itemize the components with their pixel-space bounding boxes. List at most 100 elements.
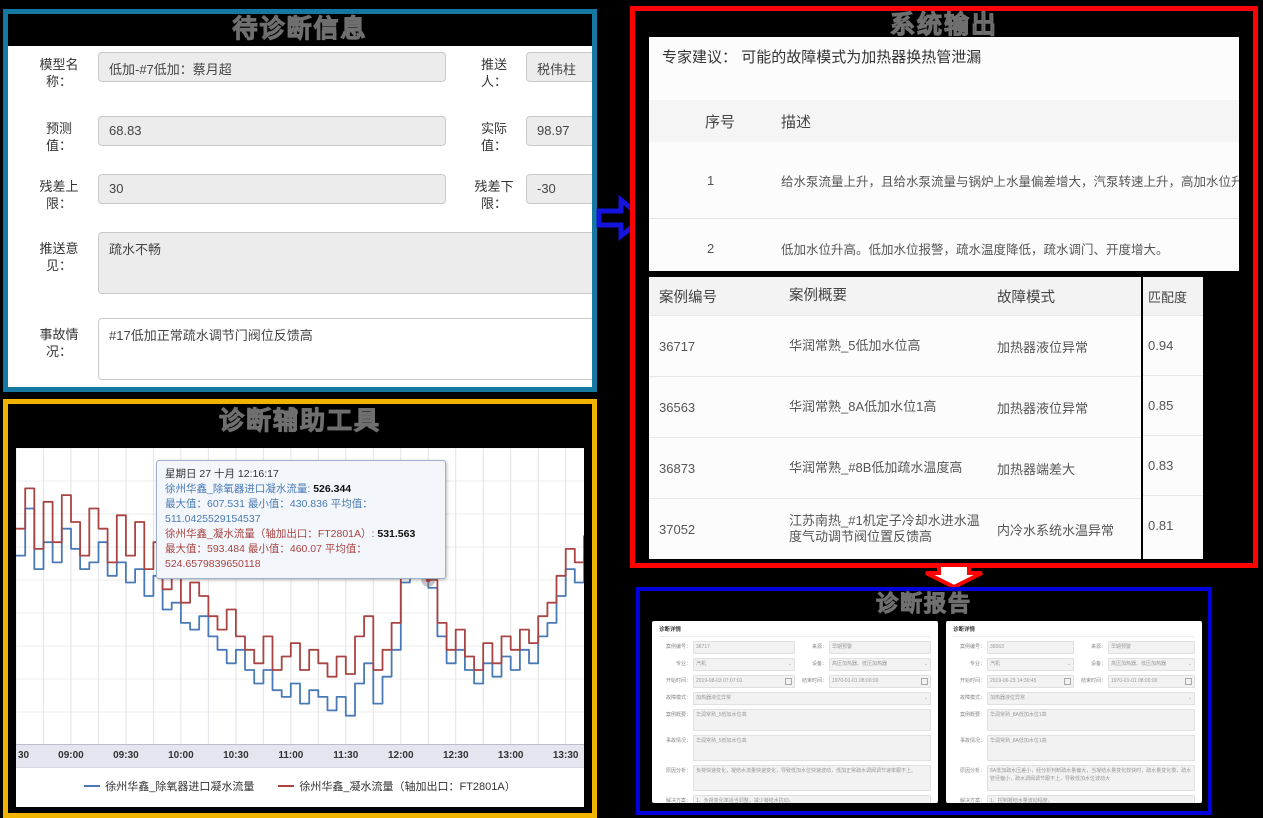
legend-item[interactable]: 徐州华鑫_凝水流量（轴加出口：FT2801A） xyxy=(278,778,515,794)
case-id: 36563 xyxy=(649,400,789,415)
description-row[interactable]: 1 给水泵流量上升，且给水泵流量与锅炉上水量偏差增大，汽泵转速上升，高加水位升高 xyxy=(649,142,1239,218)
case-summary: 华润常熟_5低加水位高 xyxy=(789,338,989,354)
report-cause-textarea[interactable]: 8A低加疏水压差小，经分析判断疏水量偏大，当凝结水量变化较快时，疏水量变化慢，疏… xyxy=(987,765,1195,791)
panel-diagnosis-info: 待诊断信息 模型名称： 低加-#7低加：蔡月超 推送人： 税伟柱 预测值： 68… xyxy=(3,9,597,392)
report-summary-textarea[interactable]: 华润常熟_8A低加水位1高 xyxy=(987,709,1195,731)
trend-chart: 星期日 27 十月 12:16:17 徐州华鑫_除氧器进口凝水流量: 526.3… xyxy=(16,448,584,807)
model-name-input[interactable]: 低加-#7低加：蔡月超 xyxy=(98,52,446,82)
chevron-down-icon: ⌄ xyxy=(1067,660,1071,669)
report-source-label: 来源： xyxy=(1074,641,1106,654)
calendar-icon[interactable] xyxy=(921,678,928,685)
report-major-select[interactable]: 汽机⌄ xyxy=(987,658,1074,671)
report-device-select[interactable]: 高压加热器、低压加热器⌄ xyxy=(829,658,931,671)
predicted-value-input[interactable]: 68.83 xyxy=(98,116,446,146)
report-end-label: 结束时间： xyxy=(1074,675,1106,688)
report-case-id-label: 案例编号： xyxy=(659,641,691,654)
report-source-input[interactable]: 早期预警 xyxy=(1108,641,1195,654)
match-value: 0.85 xyxy=(1143,375,1203,435)
report-cause-textarea[interactable]: 负荷快速变化，凝结水流量快速变化，导致低加水位快速波动，低加正常疏水调阀调节速率… xyxy=(693,765,931,791)
report-start-datepicker[interactable]: 2019-08-03 07:07:01 xyxy=(693,675,795,688)
actual-value-input[interactable]: 98.97 xyxy=(526,116,592,146)
panel-title-diagnosis-tool: 诊断辅助工具 xyxy=(8,404,592,438)
case-row[interactable]: 36563 华润常熟_8A低加水位1高 加热器液位异常 xyxy=(649,376,1141,437)
x-axis-tick: 09:00 xyxy=(54,750,88,761)
pusher-label: 推送人： xyxy=(474,56,514,90)
report-case-id-input[interactable]: 36717 xyxy=(693,641,795,654)
calendar-icon[interactable] xyxy=(1064,678,1071,685)
incident-textarea[interactable]: #17低加正常疏水调节门阀位反馈高 xyxy=(98,318,592,380)
case-row[interactable]: 36717 华润常熟_5低加水位高 加热器液位异常 xyxy=(649,315,1141,376)
report-mode-select[interactable]: 加热器液位异常⌄ xyxy=(987,692,1195,705)
description-table-header: 序号 描述 xyxy=(649,100,1239,142)
x-axis-tick: 12:00 xyxy=(384,750,418,761)
report-case-id-input[interactable]: 36563 xyxy=(987,641,1074,654)
legend-dash-icon xyxy=(278,785,294,787)
residual-lower-input[interactable]: -30 xyxy=(526,174,592,204)
report-start-datepicker[interactable]: 2019-06-23 14:30:45 xyxy=(987,675,1074,688)
chevron-down-icon: ⌄ xyxy=(924,694,928,703)
panel-system-output: 系统输出 专家建议： 可能的故障模式为加热器换热管泄漏 序号 描述 1 给水泵流… xyxy=(630,6,1258,568)
incident-label: 事故情况： xyxy=(34,326,84,360)
x-axis-tick: 12:30 xyxy=(439,750,473,761)
tooltip-time: 星期日 27 十月 12:16:17 xyxy=(165,467,437,482)
x-axis-tick: 11:30 xyxy=(329,750,363,761)
push-opinion-textarea[interactable]: 疏水不畅 xyxy=(98,232,592,294)
tooltip-series2-stats: 最大值：593.484 最小值：460.07 平均值：524.657983965… xyxy=(165,542,437,572)
report-major-select[interactable]: 汽机⌄ xyxy=(693,658,795,671)
residual-upper-input[interactable]: 30 xyxy=(98,174,446,204)
report-end-label: 结束时间： xyxy=(795,675,827,688)
tooltip-series1-stats: 最大值：607.531 最小值：430.836 平均值：511.04255291… xyxy=(165,497,437,527)
case-id: 37052 xyxy=(649,522,789,537)
case-fault-mode: 加热器端差大 xyxy=(989,459,1141,478)
report-mode-label: 故障模式： xyxy=(659,692,691,705)
report-incident-textarea[interactable]: 华润常熟_8A低加水位1高 xyxy=(987,735,1195,761)
legend-item[interactable]: 徐州华鑫_除氧器进口凝水流量 xyxy=(84,778,254,794)
report-end-datepicker[interactable]: 1970-01-01 08:00:00 xyxy=(829,675,931,688)
report-mode-label: 故障模式： xyxy=(953,692,985,705)
chart-x-axis: 3009:0009:3010:0010:3011:0011:3012:0012:… xyxy=(16,744,584,767)
description-row[interactable]: 2 低加水位升高。低加水位报警，疏水温度降低，疏水调门、开度增大。 xyxy=(649,218,1239,277)
report-cause-label: 原因分析： xyxy=(659,765,691,791)
case-summary: 江苏南热_#1机定子冷却水进水温度气动调节阀位置反馈高 xyxy=(789,513,989,545)
calendar-icon[interactable] xyxy=(1185,678,1192,685)
report-mode-select[interactable]: 加热器液位异常⌄ xyxy=(693,692,931,705)
case-table-card: 案例编号 案例概要 故障模式 36717 华润常熟_5低加水位高 加热器液位异常… xyxy=(649,277,1141,559)
report-summary-textarea[interactable]: 华润常熟_5低加水位高 xyxy=(693,709,931,731)
legend-label: 徐州华鑫_除氧器进口凝水流量 xyxy=(105,778,254,794)
report-solution-textarea[interactable]: 1、负荷变化率适当调整，减少凝结水扰动。 2、关注低加水位跟踪情况，若正常疏水调… xyxy=(693,795,931,803)
desc-header-no: 序号 xyxy=(705,111,781,132)
chevron-down-icon: ⌄ xyxy=(1188,660,1192,669)
report-solution-textarea[interactable]: 1、控制凝结水量波动幅度。 2、优化正常疏水调节阀控制逻辑。 3、考虑改造扩大疏… xyxy=(987,795,1195,803)
x-axis-tick: 13:00 xyxy=(494,750,528,761)
desc-row-text: 低加水位升高。低加水位报警，疏水温度降低，疏水调门、开度增大。 xyxy=(781,239,1239,258)
report-major-label: 专业： xyxy=(953,658,985,671)
case-row[interactable]: 37052 江苏南热_#1机定子冷却水进水温度气动调节阀位置反馈高 内冷水系统水… xyxy=(649,498,1141,559)
chevron-down-icon: ⌄ xyxy=(924,660,928,669)
report-source-input[interactable]: 早期预警 xyxy=(829,641,931,654)
case-header-id: 案例编号 xyxy=(649,286,789,307)
case-row[interactable]: 36873 华润常熟_#8B低加疏水温度高 加热器端差大 xyxy=(649,437,1141,498)
report-case-id-label: 案例编号： xyxy=(953,641,985,654)
chart-legend: 徐州华鑫_除氧器进口凝水流量 徐州华鑫_凝水流量（轴加出口：FT2801A） xyxy=(16,767,584,804)
report-summary-label: 案例概要： xyxy=(953,709,985,731)
report-device-label: 设备： xyxy=(1074,658,1106,671)
expert-advice: 专家建议： 可能的故障模式为加热器换热管泄漏 xyxy=(649,37,1239,76)
report-incident-label: 事故情况： xyxy=(659,735,691,761)
report-solution-label: 解决方案： xyxy=(953,795,985,803)
report-incident-label: 事故情况： xyxy=(953,735,985,761)
calendar-icon[interactable] xyxy=(785,678,792,685)
case-table-header: 案例编号 案例概要 故障模式 xyxy=(649,277,1141,315)
model-name-label: 模型名称： xyxy=(34,56,84,90)
match-value: 0.83 xyxy=(1143,435,1203,495)
diagnosis-info-form: 模型名称： 低加-#7低加：蔡月超 推送人： 税伟柱 预测值： 68.83 实际… xyxy=(8,46,592,387)
match-score-card: 匹配度 0.94 0.85 0.83 0.81 xyxy=(1143,277,1203,559)
legend-label: 徐州华鑫_凝水流量（轴加出口：FT2801A） xyxy=(299,778,515,794)
case-fault-mode: 加热器液位异常 xyxy=(989,337,1141,356)
desc-row-text: 给水泵流量上升，且给水泵流量与锅炉上水量偏差增大，汽泵转速上升，高加水位升高 xyxy=(781,171,1239,190)
report-incident-textarea[interactable]: 华润常熟_5低加水位高 xyxy=(693,735,931,761)
pusher-input[interactable]: 税伟柱 xyxy=(526,52,592,82)
tooltip-series2-value: 徐州华鑫_凝水流量（轴加出口：FT2801A）: 531.563 xyxy=(165,527,437,542)
report-device-select[interactable]: 高压加热器、低压加热器⌄ xyxy=(1108,658,1195,671)
report-end-datepicker[interactable]: 1970-01-01 08:00:00 xyxy=(1108,675,1195,688)
residual-lower-label: 残差下限： xyxy=(474,178,514,212)
